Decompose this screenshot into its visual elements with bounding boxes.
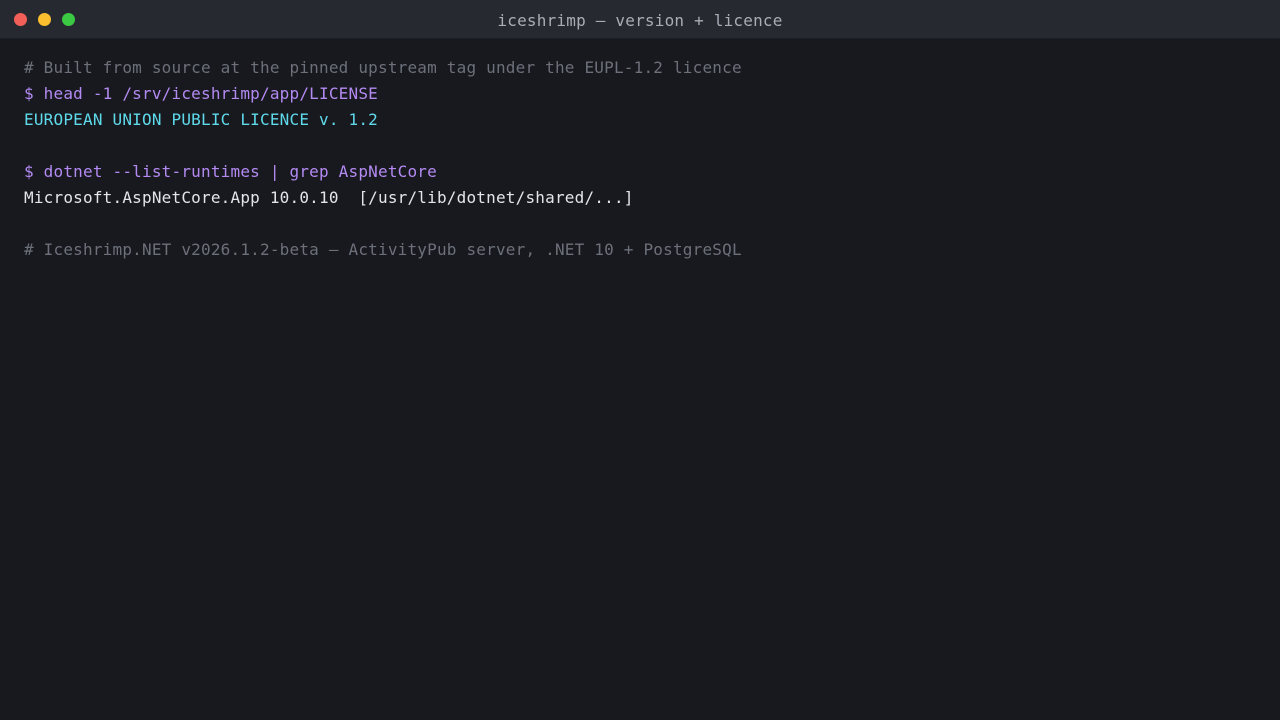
terminal-output[interactable]: # Built from source at the pinned upstre… — [24, 55, 1256, 263]
terminal-line-runtime-output: Microsoft.AspNetCore.App 10.0.10 [/usr/l… — [24, 188, 634, 207]
terminal-line-command: $ dotnet --list-runtimes | grep AspNetCo… — [24, 162, 437, 181]
window-title: iceshrimp — version + licence — [497, 11, 783, 30]
terminal-window: iceshrimp — version + licence # Built fr… — [0, 0, 1280, 720]
terminal-line-license-output: EUROPEAN UNION PUBLIC LICENCE v. 1.2 — [24, 110, 378, 129]
terminal-line-comment: # Built from source at the pinned upstre… — [24, 58, 742, 77]
terminal-line-comment: # Iceshrimp.NET v2026.1.2-beta — Activit… — [24, 240, 742, 259]
title-bar: iceshrimp — version + licence — [0, 0, 1280, 39]
terminal-line-command: $ head -1 /srv/iceshrimp/app/LICENSE — [24, 84, 378, 103]
